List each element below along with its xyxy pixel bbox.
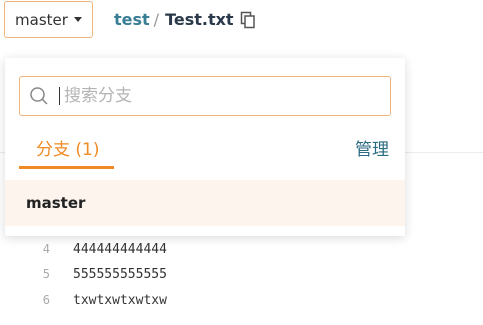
branch-select-label: master (15, 10, 68, 29)
dropdown-tabs: 分支 (1) 管理 (19, 132, 391, 172)
branch-search-input[interactable] (62, 85, 366, 107)
branch-item-label: master (26, 194, 86, 212)
line-number: 4 (42, 242, 50, 256)
tab-active-indicator (19, 166, 114, 169)
branch-dropdown: 分支 (1) 管理 master (5, 58, 405, 236)
branch-select-button[interactable]: master (4, 1, 93, 38)
page: master test / Test.txt 4 444444444444 5 … (0, 0, 483, 325)
copy-icon[interactable] (240, 11, 256, 29)
tab-branches[interactable]: 分支 (1) (36, 135, 99, 160)
breadcrumb-separator: / (153, 10, 160, 29)
text-cursor (59, 87, 60, 105)
manage-branches-link[interactable]: 管理 (355, 135, 389, 160)
breadcrumb-repo-link[interactable]: test (114, 10, 150, 29)
line-text: 444444444444 (73, 242, 167, 257)
line-number: 6 (42, 293, 50, 307)
breadcrumb: test / Test.txt (114, 10, 256, 29)
line-text: 555555555555 (73, 267, 167, 282)
line-number: 5 (42, 267, 50, 281)
search-icon (30, 87, 48, 105)
caret-down-icon (73, 17, 82, 22)
branch-search-box[interactable] (19, 76, 391, 116)
line-text: txwtxwtxwtxw (73, 293, 167, 308)
breadcrumb-file-name: Test.txt (165, 10, 234, 29)
branch-list-item[interactable]: master (5, 180, 405, 226)
